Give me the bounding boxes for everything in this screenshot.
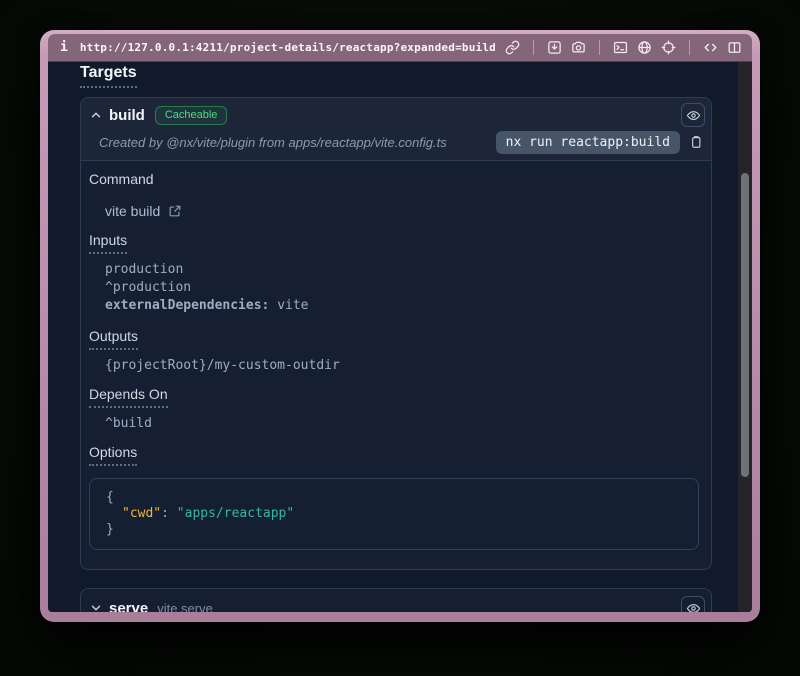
clipboard-icon xyxy=(689,135,703,149)
browser-viewport: Targets build Cacheable C xyxy=(48,62,752,612)
inputs-heading: Inputs xyxy=(89,232,699,254)
serve-title-row[interactable]: serve vite serve xyxy=(81,589,711,612)
code-icon[interactable] xyxy=(703,40,718,55)
outputs-heading: Outputs xyxy=(89,328,699,350)
target-card-serve: serve vite serve xyxy=(80,588,712,612)
view-target-button[interactable] xyxy=(681,596,705,612)
eye-icon xyxy=(686,601,701,613)
globe-icon[interactable] xyxy=(637,40,652,55)
command-heading: Command xyxy=(89,171,699,187)
info-icon[interactable]: i xyxy=(60,40,68,55)
depends-on-item: ^build xyxy=(105,416,699,431)
targets-heading: Targets xyxy=(80,64,712,88)
crosshair-icon[interactable] xyxy=(661,40,676,55)
target-card-build: build Cacheable Created by @nx/vite/plug… xyxy=(80,97,712,570)
output-item: {projectRoot}/my-custom-outdir xyxy=(105,358,699,373)
json-close-brace: } xyxy=(106,522,682,538)
json-property-line: "cwd": "apps/reactapp" xyxy=(106,506,682,522)
input-item: externalDependencies: vite xyxy=(105,297,699,315)
command-value: vite build xyxy=(105,203,160,219)
json-open-brace: { xyxy=(106,490,682,506)
inputs-list: production ^production externalDependenc… xyxy=(105,261,699,315)
depends-on-heading: Depends On xyxy=(89,386,699,408)
external-link-icon[interactable] xyxy=(168,204,182,218)
build-title-row[interactable]: build Cacheable xyxy=(89,103,705,127)
input-item: production xyxy=(105,261,699,279)
project-details-page: Targets build Cacheable C xyxy=(48,62,738,612)
terminal-icon[interactable] xyxy=(613,40,628,55)
toolbar-divider xyxy=(689,40,690,55)
run-command-chip: nx run reactapp:build xyxy=(496,131,680,154)
target-name: build xyxy=(109,107,145,124)
created-by-text: Created by @nx/vite/plugin from apps/rea… xyxy=(99,135,447,150)
scrollbar-thumb[interactable] xyxy=(741,173,749,477)
view-target-button[interactable] xyxy=(681,103,705,127)
chevron-up-icon[interactable] xyxy=(89,108,103,122)
build-subtitle-row: Created by @nx/vite/plugin from apps/rea… xyxy=(89,130,705,154)
toolbar-divider xyxy=(533,40,534,55)
eye-icon xyxy=(686,108,701,123)
scrollbar[interactable] xyxy=(738,62,752,612)
cacheable-badge: Cacheable xyxy=(155,106,228,125)
chevron-down-icon[interactable] xyxy=(89,601,103,612)
build-card-body: Command vite build Inputs production ^pr… xyxy=(81,161,711,570)
copy-command-button[interactable] xyxy=(689,135,703,149)
link-icon[interactable] xyxy=(505,40,520,55)
options-json-block: { "cwd": "apps/reactapp" } xyxy=(89,478,699,550)
build-card-header: build Cacheable Created by @nx/vite/plug… xyxy=(81,98,711,161)
url-text[interactable]: http://127.0.0.1:4211/project-details/re… xyxy=(80,41,496,54)
split-view-icon[interactable] xyxy=(727,40,742,55)
target-summary: vite serve xyxy=(157,601,213,613)
browser-window: i http://127.0.0.1:4211/project-details/… xyxy=(40,30,760,622)
target-name: serve xyxy=(109,600,148,613)
input-item: ^production xyxy=(105,279,699,297)
toolbar-divider xyxy=(599,40,600,55)
camera-icon[interactable] xyxy=(571,40,586,55)
browser-toolbar: i http://127.0.0.1:4211/project-details/… xyxy=(48,34,752,62)
save-frame-icon[interactable] xyxy=(547,40,562,55)
options-heading: Options xyxy=(89,444,699,466)
